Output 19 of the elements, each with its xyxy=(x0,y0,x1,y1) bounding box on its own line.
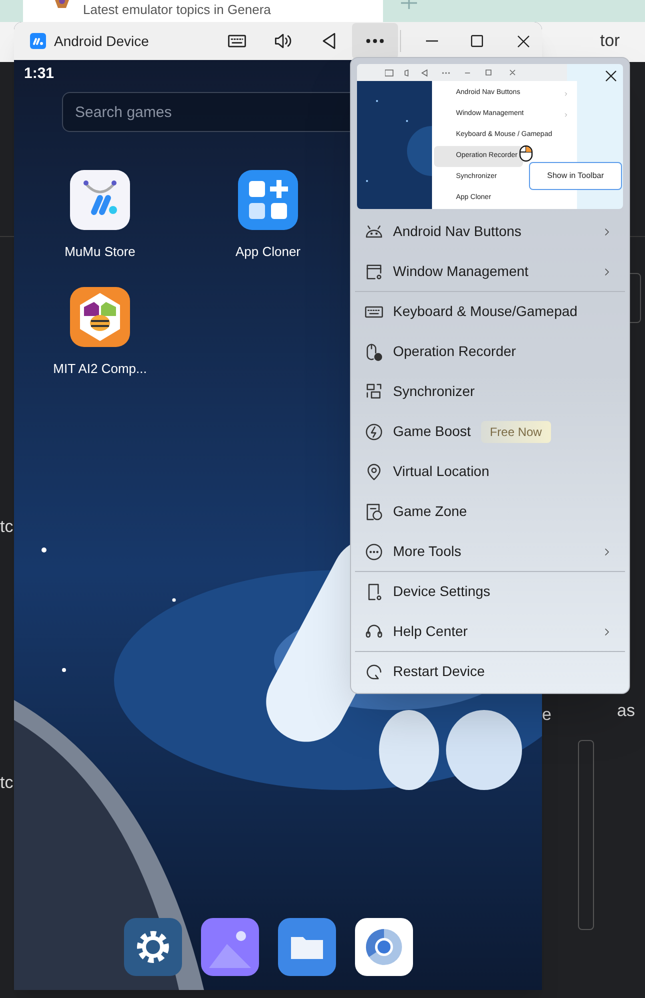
chevron-icon xyxy=(563,112,569,118)
more-icon xyxy=(366,39,384,43)
maximize-icon[interactable] xyxy=(471,35,483,47)
page-text: tc xyxy=(0,516,14,538)
close-icon[interactable] xyxy=(517,34,530,48)
page-text: as xyxy=(617,700,635,722)
app-logo-icon xyxy=(30,33,46,49)
page-text: e xyxy=(542,704,552,726)
more-button[interactable] xyxy=(352,23,398,59)
tab-title: Latest emulator topics in Genera xyxy=(83,2,271,18)
close-icon[interactable] xyxy=(605,70,617,82)
browser-tab[interactable]: Latest emulator topics in Genera xyxy=(23,0,383,22)
tooltip: Show in Toolbar xyxy=(529,162,622,190)
page-text: tc xyxy=(0,772,14,794)
scrollbar[interactable] xyxy=(578,740,594,930)
chevron-icon xyxy=(563,90,569,96)
app-icon xyxy=(53,0,71,10)
window-title: Android Device xyxy=(54,32,150,50)
page-text: tor xyxy=(600,30,620,52)
